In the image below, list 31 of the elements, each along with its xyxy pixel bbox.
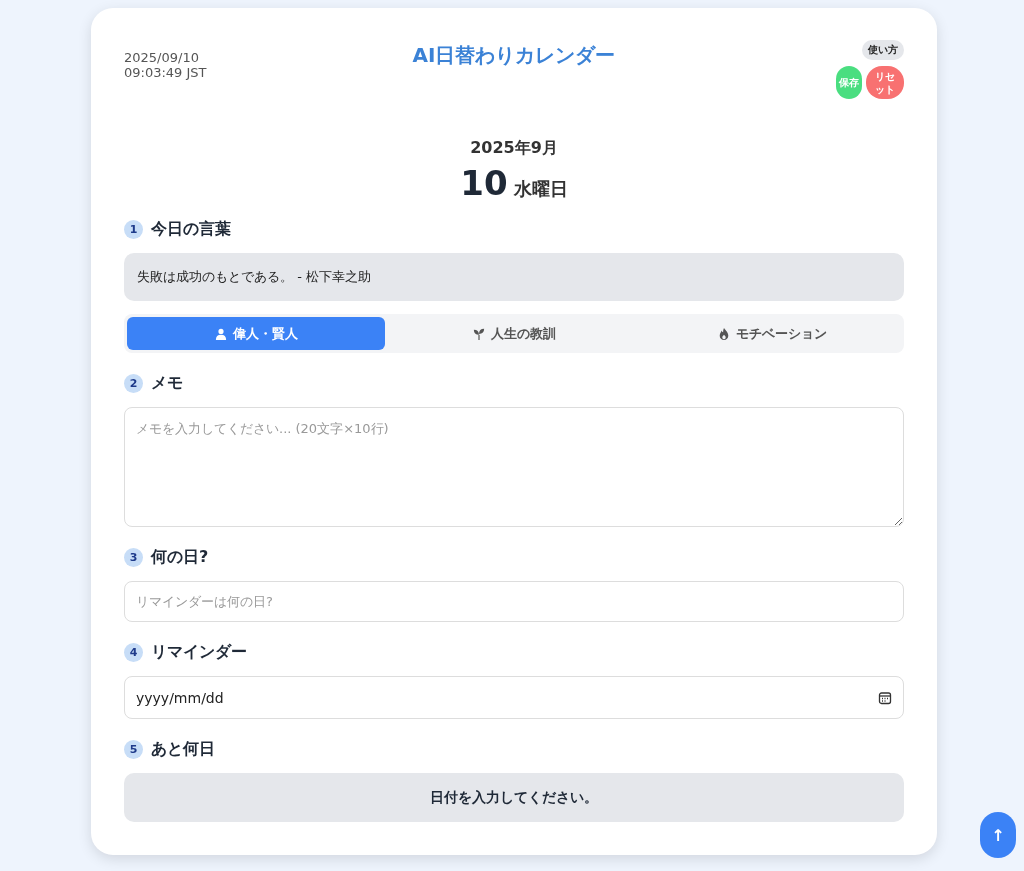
step-number: 3 — [124, 548, 143, 567]
step-number: 2 — [124, 374, 143, 393]
section-title: 何の日? — [151, 547, 209, 568]
memo-field[interactable]: メモを入力してください... (20文字×10行) — [124, 407, 904, 527]
month-label: 2025年9月 — [470, 138, 558, 159]
scroll-top-button[interactable]: ↑ — [980, 812, 1016, 858]
step-number: 5 — [124, 740, 143, 759]
section-title: 今日の言葉 — [151, 219, 231, 240]
countdown-result: 日付を入力してください。 — [124, 773, 904, 822]
calendar-icon[interactable] — [878, 690, 892, 705]
occasion-field[interactable]: リマインダーは何の日? — [124, 581, 904, 622]
current-time: 09:03:49 JST — [124, 65, 208, 80]
category-tab[interactable]: モチベーション — [643, 317, 901, 350]
quote-text: 失敗は成功のもとである。 - 松下幸之助 — [124, 253, 904, 301]
sprout-icon — [472, 327, 485, 340]
flame-icon — [717, 327, 730, 340]
weekday-label: 水曜日 — [513, 177, 568, 201]
step-number: 1 — [124, 220, 143, 239]
section-title: あと何日 — [151, 739, 215, 760]
day-number: 10 — [460, 163, 508, 203]
category-tab[interactable]: 人生の教訓 — [385, 317, 643, 350]
help-button[interactable]: 使い方 — [862, 40, 904, 60]
person-icon — [214, 327, 227, 340]
current-date: 2025/09/10 — [124, 50, 200, 65]
section-title: リマインダー — [151, 642, 247, 663]
step-number: 4 — [124, 643, 143, 662]
section-title: メモ — [151, 373, 183, 394]
app-title: AI日替わりカレンダー — [412, 42, 616, 69]
date-field[interactable]: yyyy/mm/dd — [124, 676, 904, 719]
reset-button[interactable]: リセット — [866, 66, 904, 99]
category-tab[interactable]: 偉人・賢人 — [127, 317, 385, 350]
